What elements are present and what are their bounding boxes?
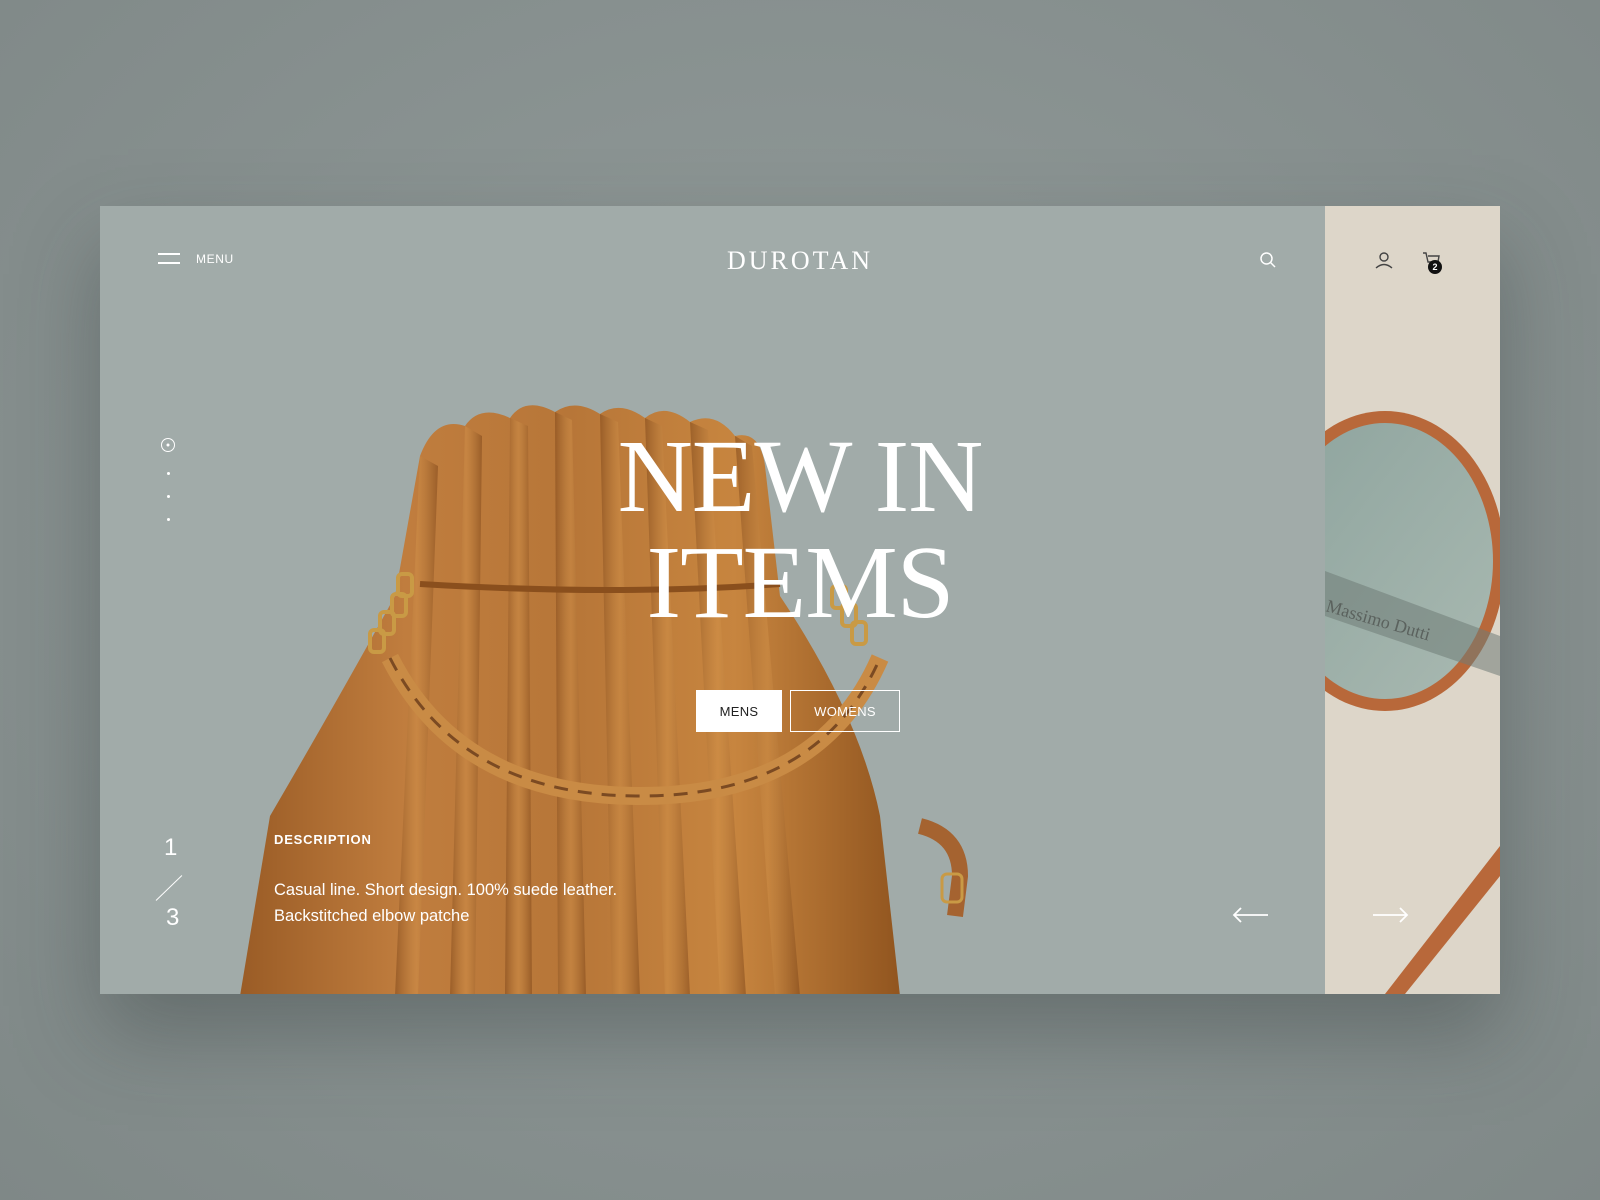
- description-line-2: Backstitched elbow patche: [274, 907, 470, 925]
- arrow-right-icon[interactable]: [1371, 906, 1409, 924]
- description-text: Casual line. Short design. 100% suede le…: [274, 877, 694, 929]
- womens-button[interactable]: WOMENS: [790, 690, 900, 732]
- dot-3[interactable]: [166, 495, 170, 498]
- hero-headline: NEW IN ITEMS: [450, 424, 1150, 636]
- brand-logo[interactable]: DUROTAN: [100, 246, 1325, 276]
- cart-count-badge: 2: [1428, 260, 1442, 274]
- slide-pagination-dots: [160, 438, 178, 521]
- headline-line-2: ITEMS: [646, 525, 955, 640]
- next-product-preview[interactable]: Massimo Dutti 2: [1325, 206, 1500, 994]
- headline-line-1: NEW IN: [617, 419, 984, 534]
- total-slides-number: 3: [166, 904, 180, 931]
- dot-active[interactable]: [161, 438, 175, 452]
- gender-filter: MENS WOMENS: [696, 690, 900, 732]
- counter-divider: [155, 875, 183, 901]
- website-frame: MENU DUROTAN NEW IN ITEMS MENS WOMENS 1 …: [100, 206, 1500, 994]
- product-description: DESCRIPTION Casual line. Short design. 1…: [274, 832, 694, 929]
- search-icon[interactable]: [1258, 250, 1278, 270]
- description-title: DESCRIPTION: [274, 832, 372, 847]
- arrow-left-icon[interactable]: [1232, 906, 1270, 924]
- dot-2[interactable]: [166, 472, 170, 475]
- slide-counter: 1 3: [155, 834, 196, 944]
- sunglasses-image: Massimo Dutti: [1325, 411, 1500, 994]
- hero-section: MENU DUROTAN NEW IN ITEMS MENS WOMENS 1 …: [100, 206, 1325, 994]
- user-icon[interactable]: [1374, 250, 1394, 270]
- page-background: MENU DUROTAN NEW IN ITEMS MENS WOMENS 1 …: [0, 0, 1600, 1200]
- description-line-1: Casual line. Short design. 100% suede le…: [274, 881, 618, 899]
- current-slide-number: 1: [164, 834, 178, 861]
- dot-4[interactable]: [166, 518, 170, 521]
- mens-button[interactable]: MENS: [696, 690, 782, 732]
